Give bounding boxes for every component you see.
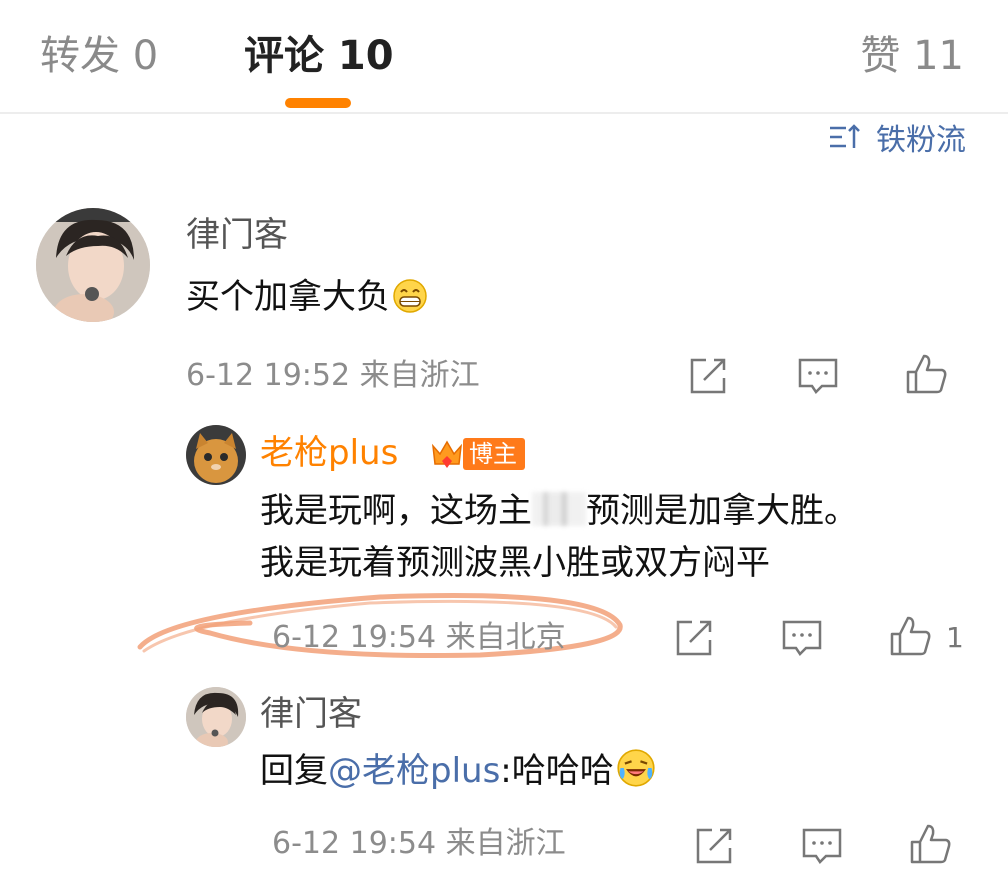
- reply-text: 回复@老枪plus:哈哈哈: [260, 746, 656, 796]
- comment-text: 买个加拿大负: [186, 272, 428, 322]
- thumbs-up-icon: [890, 616, 931, 656]
- reply-body: :哈哈哈: [500, 751, 614, 791]
- comment-author[interactable]: 律门客: [186, 213, 288, 257]
- tab-comments[interactable]: 评论 10: [244, 28, 394, 84]
- like-count: 1: [946, 621, 964, 654]
- share-icon: [696, 828, 732, 864]
- like-button[interactable]: [888, 614, 932, 658]
- comment-author[interactable]: 律门客: [260, 692, 362, 736]
- badge-label: 博主: [463, 438, 525, 470]
- thumbs-up-icon: [906, 354, 947, 394]
- reply-meta: 6-12 19:54 来自浙江: [272, 826, 566, 861]
- tab-likes[interactable]: 赞 11: [860, 28, 964, 84]
- crown-icon: [431, 440, 463, 468]
- active-tab-indicator: [285, 98, 351, 108]
- blurred-text: [532, 492, 586, 526]
- share-button[interactable]: [672, 616, 716, 660]
- reply-text-part1: 我是玩啊，这场主: [260, 491, 532, 531]
- reply-button[interactable]: [780, 616, 824, 660]
- reply-text-line2: 我是玩着预测波黑小胜或双方闷平: [260, 543, 770, 583]
- share-icon: [676, 620, 712, 656]
- blogger-badge: 博主: [427, 434, 525, 474]
- sort-label: 铁粉流: [876, 123, 966, 158]
- sort-button[interactable]: 铁粉流: [828, 114, 966, 160]
- reply-text: 我是玩啊，这场主 预测是加拿大胜。: [260, 486, 858, 536]
- reply-text-part2: 预测是加拿大胜。: [586, 491, 858, 531]
- reply-meta: 6-12 19:54 来自北京: [272, 620, 566, 655]
- share-button[interactable]: [686, 354, 730, 398]
- comment-icon: [798, 358, 838, 394]
- avatar[interactable]: [36, 208, 150, 322]
- comment-icon: [802, 828, 842, 864]
- avatar[interactable]: [186, 425, 246, 485]
- share-icon: [690, 358, 726, 394]
- mention-link[interactable]: @老枪plus: [328, 751, 500, 791]
- avatar[interactable]: [186, 687, 246, 747]
- like-button[interactable]: [908, 822, 952, 866]
- comment-text-body: 买个加拿大负: [186, 277, 390, 317]
- tab-repost[interactable]: 转发 0: [40, 28, 158, 84]
- like-button[interactable]: [904, 352, 948, 396]
- thumbs-up-icon: [910, 824, 951, 864]
- laugh-cry-emoji-icon: [617, 749, 655, 787]
- reply-button[interactable]: [800, 824, 844, 868]
- reply-prefix: 回复: [260, 751, 328, 791]
- share-button[interactable]: [692, 824, 736, 868]
- comment-author[interactable]: 老枪plus: [260, 431, 398, 475]
- reply-button[interactable]: [796, 354, 840, 398]
- grin-emoji-icon: [393, 279, 427, 313]
- comment-meta: 6-12 19:52 来自浙江: [186, 358, 480, 393]
- comment-icon: [782, 620, 822, 656]
- comment-tabs: 转发 0 评论 10 赞 11: [0, 0, 1008, 114]
- sort-icon: [830, 124, 860, 148]
